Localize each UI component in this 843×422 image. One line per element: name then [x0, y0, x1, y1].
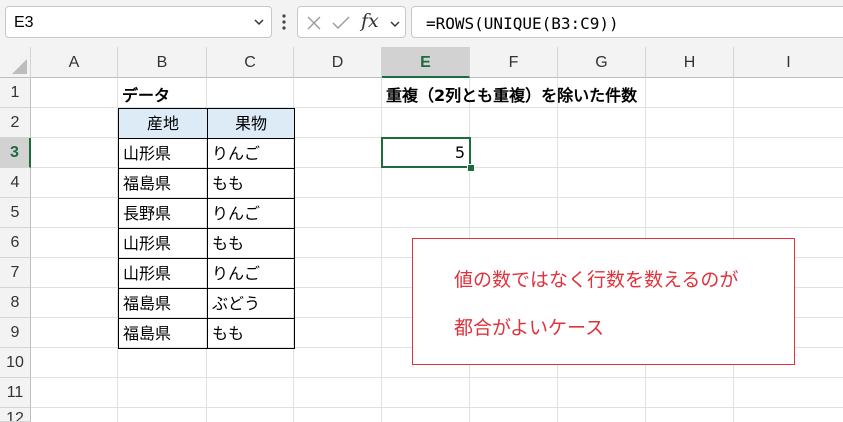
- column-header-d[interactable]: D: [294, 47, 382, 78]
- table-cell[interactable]: ぶどう: [207, 288, 295, 318]
- column-header-g[interactable]: G: [558, 47, 646, 78]
- cell-b1[interactable]: データ: [122, 82, 170, 106]
- formula-controls: fx: [297, 6, 406, 38]
- gridline: [381, 78, 382, 422]
- formula-bar-area: E3 fx =ROWS(UNIQUE(B3:C9)): [0, 0, 843, 47]
- table-cell[interactable]: もも: [207, 318, 295, 349]
- annotation-line-2: 都合がよいケース: [454, 317, 605, 339]
- table-cell[interactable]: 山形県: [118, 228, 207, 258]
- row-header-3[interactable]: 3: [0, 138, 31, 168]
- select-all-triangle-icon: [12, 59, 27, 74]
- name-box-value: E3: [14, 14, 34, 31]
- gridline: [31, 377, 843, 378]
- column-header-i[interactable]: I: [734, 47, 843, 78]
- cell-e1[interactable]: 重複（2列とも重複）を除いた件数: [386, 82, 637, 106]
- column-header-h[interactable]: H: [646, 47, 734, 78]
- annotation-box[interactable]: 値の数ではなく行数を数えるのが 都合がよいケース: [412, 238, 795, 365]
- table-cell[interactable]: もも: [207, 228, 295, 258]
- formula-text: =ROWS(UNIQUE(B3:C9)): [426, 14, 619, 33]
- row-header-10[interactable]: 10: [0, 348, 31, 378]
- table-cell[interactable]: 福島県: [118, 318, 207, 349]
- table-cell[interactable]: もも: [207, 168, 295, 198]
- table-cell[interactable]: 福島県: [118, 288, 207, 318]
- table-cell[interactable]: りんご: [207, 138, 295, 168]
- row-header-4[interactable]: 4: [0, 168, 31, 198]
- enter-check-icon[interactable]: [332, 15, 350, 31]
- table-cell[interactable]: 山形県: [118, 258, 207, 288]
- row-header-11[interactable]: 11: [0, 378, 31, 408]
- formula-input[interactable]: =ROWS(UNIQUE(B3:C9)): [411, 6, 843, 38]
- cancel-icon[interactable]: [306, 15, 322, 31]
- row-header-9[interactable]: 9: [0, 318, 31, 348]
- insert-function-button[interactable]: fx: [361, 10, 379, 32]
- table-cell[interactable]: 山形県: [118, 138, 207, 168]
- active-cell-e3[interactable]: 5: [381, 137, 471, 168]
- table-cell[interactable]: 長野県: [118, 198, 207, 228]
- row-header-6[interactable]: 6: [0, 228, 31, 258]
- table-cell[interactable]: りんご: [207, 198, 295, 228]
- name-box[interactable]: E3: [5, 6, 272, 38]
- chevron-down-icon[interactable]: [389, 18, 401, 30]
- table-header-fruit[interactable]: 果物: [207, 108, 295, 138]
- column-header-b[interactable]: B: [118, 47, 207, 78]
- column-header-f[interactable]: F: [470, 47, 558, 78]
- column-header-a[interactable]: A: [31, 47, 118, 78]
- row-header-7[interactable]: 7: [0, 258, 31, 288]
- row-header-8[interactable]: 8: [0, 288, 31, 318]
- row-header-12[interactable]: 12: [0, 408, 31, 422]
- annotation-line-1: 値の数ではなく行数を数えるのが: [454, 269, 739, 291]
- column-header-e[interactable]: E: [382, 47, 470, 78]
- row-header-2[interactable]: 2: [0, 108, 31, 138]
- more-options-icon[interactable]: [281, 13, 287, 31]
- row-header-5[interactable]: 5: [0, 198, 31, 228]
- table-cell[interactable]: りんご: [207, 258, 295, 288]
- column-header-c[interactable]: C: [207, 47, 294, 78]
- fill-handle[interactable]: [467, 164, 475, 172]
- row-header-1[interactable]: 1: [0, 78, 31, 108]
- table-header-origin[interactable]: 産地: [118, 108, 207, 138]
- table-cell[interactable]: 福島県: [118, 168, 207, 198]
- select-all-corner[interactable]: [0, 47, 31, 78]
- gridline: [31, 407, 843, 408]
- chevron-down-icon[interactable]: [253, 16, 265, 28]
